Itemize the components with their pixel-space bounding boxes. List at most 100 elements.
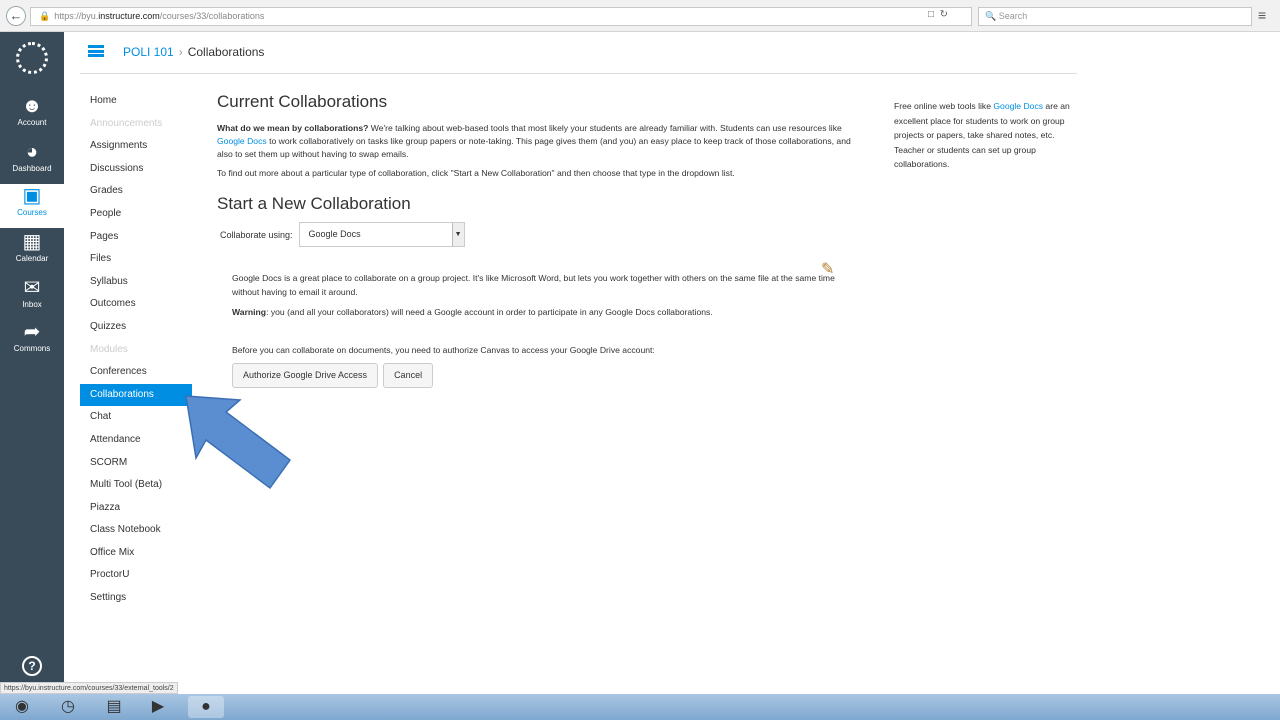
chevron-down-icon: ▼ — [451, 223, 464, 246]
course-nav-item-modules[interactable]: Modules — [80, 339, 192, 362]
user-icon: ☻ — [21, 95, 43, 117]
breadcrumb: POLI 101 › Collaborations — [123, 45, 264, 59]
search-placeholder: Search — [998, 11, 1028, 21]
start-button-icon[interactable]: ◉ — [4, 696, 40, 718]
browser-search-input[interactable]: 🔍 Search — [978, 7, 1252, 26]
help-icon[interactable]: ? — [22, 656, 42, 676]
course-nav-item-people[interactable]: People — [80, 203, 192, 226]
course-nav-item-files[interactable]: Files — [80, 248, 192, 271]
aside-google-docs-link[interactable]: Google Docs — [993, 101, 1043, 111]
authorize-text: Before you can collaborate on documents,… — [232, 345, 655, 355]
collaboration-type-select[interactable]: Google Docs ▼ — [298, 222, 465, 247]
course-nav-item-grades[interactable]: Grades — [80, 180, 192, 203]
file-explorer-icon[interactable]: ▤ — [96, 696, 132, 718]
collaborate-using-row: Collaborate using: Google Docs ▼ — [220, 222, 857, 247]
global-nav-commons[interactable]: ➦ Commons — [0, 320, 64, 364]
commons-icon: ➦ — [23, 321, 41, 343]
warning-body: : you (and all your collaborators) will … — [266, 307, 713, 317]
url-prefix: https://byu. — [54, 11, 99, 21]
media-player-icon[interactable]: ▶ — [140, 696, 176, 718]
pointing-arrow-icon — [185, 395, 292, 490]
url-path: /courses/33/collaborations — [159, 11, 265, 21]
internet-explorer-icon[interactable]: ◷ — [50, 696, 86, 718]
windows-taskbar: ◉ ◷ ▤ ▶ ● — [0, 694, 1280, 720]
global-nav-label: Inbox — [22, 300, 42, 309]
inbox-icon: ✉ — [23, 277, 41, 299]
google-docs-description: Google Docs is a great place to collabor… — [232, 273, 835, 297]
main-content: Current Collaborations What do we mean b… — [217, 92, 857, 388]
breadcrumb-current-page: Collaborations — [187, 45, 265, 59]
course-nav-item-discussions[interactable]: Discussions — [80, 158, 192, 181]
new-collaboration-title: Start a New Collaboration — [217, 194, 411, 213]
breadcrumb-separator: › — [178, 45, 183, 59]
course-nav-item-outcomes[interactable]: Outcomes — [80, 293, 192, 316]
reload-icon[interactable]: □ ↻ — [928, 9, 948, 20]
course-nav-item-chat[interactable]: Chat — [80, 406, 192, 429]
global-nav: ☻ Account ◕ Dashboard ▣ Courses ▦ Calend… — [0, 32, 64, 694]
help-glyph: ? — [28, 659, 36, 673]
address-bar[interactable]: 🔒 https://byu.instructure.com/courses/33/… — [30, 7, 972, 26]
url-domain: instructure.com — [98, 11, 160, 21]
book-icon: ▣ — [22, 185, 42, 207]
collaborate-using-label: Collaborate using: — [220, 229, 293, 240]
google-docs-link[interactable]: Google Docs — [217, 136, 267, 146]
button-row: Authorize Google Drive Access Cancel — [232, 363, 857, 388]
course-nav-item-settings[interactable]: Settings — [80, 587, 192, 610]
collaboration-type-value: Google Docs — [308, 229, 361, 239]
warning-label: Warning — [232, 307, 267, 317]
page-title: Current Collaborations — [217, 92, 388, 111]
intro-bold: What do we mean by collaborations? — [217, 123, 369, 133]
back-icon[interactable]: ← — [6, 6, 26, 26]
global-nav-label: Courses — [17, 208, 47, 217]
browser-toolbar: ← 🔒 https://byu.instructure.com/courses/3… — [0, 0, 1280, 32]
course-nav-item-syllabus[interactable]: Syllabus — [80, 271, 192, 294]
edit-pencil-icon: ✎ — [821, 261, 835, 278]
course-nav: Home Announcements Assignments Discussio… — [80, 90, 192, 610]
course-nav-item-quizzes[interactable]: Quizzes — [80, 316, 192, 339]
firefox-icon[interactable]: ● — [188, 696, 224, 718]
course-nav-item-announcements[interactable]: Announcements — [80, 113, 192, 136]
canvas-logo-icon[interactable] — [16, 42, 48, 74]
aside-text-1: Free online web tools like — [894, 101, 994, 111]
course-nav-item-class-notebook[interactable]: Class Notebook — [80, 519, 192, 542]
course-nav-item-attendance[interactable]: Attendance — [80, 429, 192, 452]
cancel-button[interactable]: Cancel — [383, 363, 434, 388]
course-nav-item-home[interactable]: Home — [80, 90, 192, 113]
search-icon: 🔍 — [985, 11, 997, 21]
global-nav-dashboard[interactable]: ◕ Dashboard — [0, 140, 64, 184]
intro-paragraph-2: To find out more about a particular type… — [217, 168, 735, 178]
lock-icon: 🔒 — [39, 11, 51, 21]
calendar-icon: ▦ — [22, 231, 42, 253]
collaboration-description: ✎ Google Docs is a great place to collab… — [217, 259, 857, 388]
global-nav-label: Dashboard — [12, 164, 52, 173]
course-nav-item-multi-tool[interactable]: Multi Tool (Beta) — [80, 474, 192, 497]
global-nav-courses[interactable]: ▣ Courses — [0, 184, 64, 228]
course-nav-item-conferences[interactable]: Conferences — [80, 361, 192, 384]
intro-text-2: to work collaboratively on tasks like gr… — [217, 136, 851, 159]
hamburger-menu-icon[interactable] — [88, 45, 104, 57]
global-nav-calendar[interactable]: ▦ Calendar — [0, 230, 64, 274]
global-nav-label: Calendar — [15, 254, 49, 263]
course-nav-item-piazza[interactable]: Piazza — [80, 497, 192, 520]
course-nav-item-collaborations[interactable]: Collaborations — [80, 383, 192, 407]
status-url: https://byu.instructure.com/courses/33/e… — [0, 682, 178, 694]
dashboard-icon: ◕ — [25, 141, 39, 163]
intro-text-1: We're talking about web-based tools that… — [368, 123, 842, 133]
global-nav-label: Commons — [13, 344, 51, 353]
course-nav-item-proctoru[interactable]: ProctorU — [80, 564, 192, 587]
warning-text: Warning: you (and all your collaborators… — [232, 305, 857, 319]
course-nav-item-pages[interactable]: Pages — [80, 226, 192, 249]
global-nav-account[interactable]: ☻ Account — [0, 94, 64, 138]
sidebar-info: Free online web tools like Google Docs a… — [894, 99, 1080, 172]
breadcrumb-course-link[interactable]: POLI 101 — [123, 45, 174, 59]
course-nav-item-office-mix[interactable]: Office Mix — [80, 542, 192, 565]
aside-text-2: are an excellent place for students to w… — [894, 101, 1070, 169]
authorize-google-drive-button[interactable]: Authorize Google Drive Access — [232, 363, 379, 388]
course-nav-item-scorm[interactable]: SCORM — [80, 452, 192, 475]
menu-icon[interactable]: ≡ — [1258, 7, 1266, 23]
global-nav-label: Account — [17, 118, 47, 127]
course-nav-item-assignments[interactable]: Assignments — [80, 135, 192, 158]
global-nav-inbox[interactable]: ✉ Inbox — [0, 276, 64, 320]
intro-paragraph: What do we mean by collaborations? We're… — [217, 122, 857, 161]
page-header: POLI 101 › Collaborations — [80, 36, 1077, 74]
